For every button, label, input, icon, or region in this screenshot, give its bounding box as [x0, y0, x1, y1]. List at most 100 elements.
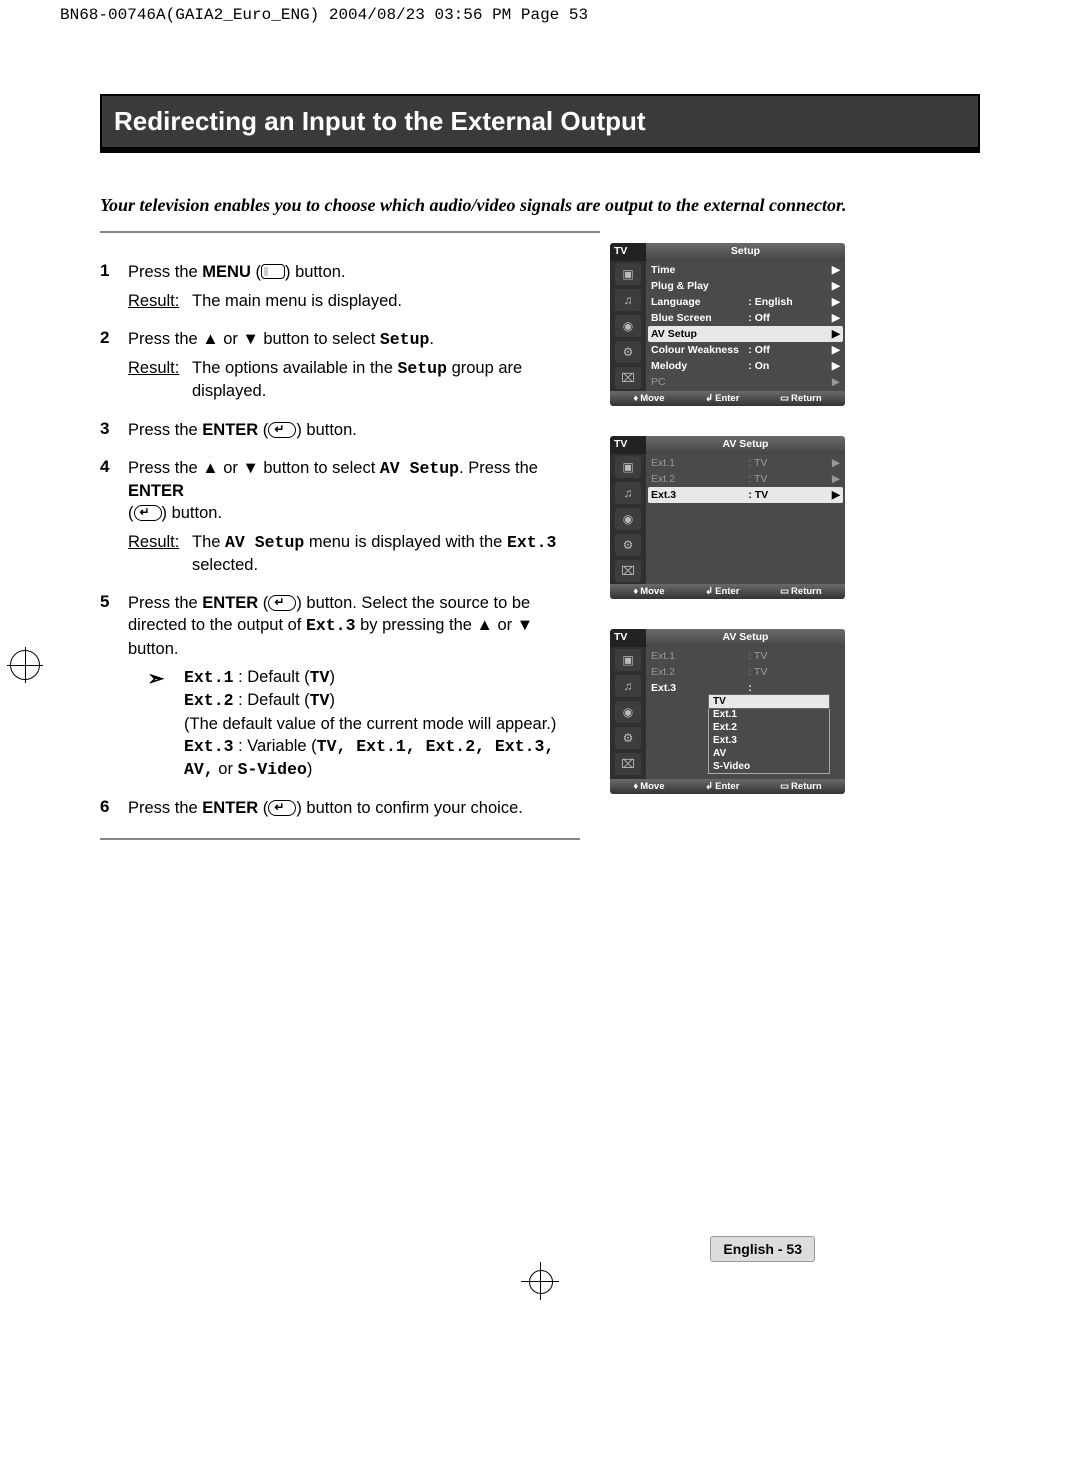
print-header: BN68-00746A(GAIA2_Euro_ENG) 2004/08/23 0… — [0, 0, 1080, 24]
t: Enter — [715, 781, 739, 792]
nav-move: ♦ Move — [633, 586, 664, 597]
t: ENTER — [128, 482, 184, 500]
t: The options available in the — [192, 359, 397, 377]
chevron-right-icon: ▶ — [828, 344, 840, 356]
picture-icon: ▣ — [615, 456, 641, 478]
enter-icon — [268, 595, 296, 611]
pc-icon: ⌧ — [615, 560, 641, 582]
channel-icon: ◉ — [615, 315, 641, 337]
page-number-box: English - 53 — [710, 1236, 815, 1262]
osd-dropdown-option: S-Video — [709, 760, 829, 773]
osd-row-value: : Off — [748, 312, 828, 324]
intro-text: Your television enables you to choose wh… — [100, 195, 847, 215]
channel-icon: ◉ — [615, 508, 641, 530]
content-row: 1 Press the MENU () button. Result: The … — [100, 233, 1020, 839]
t: Move — [640, 586, 664, 597]
osd-row-value: : — [748, 682, 828, 694]
t: Return — [791, 586, 822, 597]
t: Return — [791, 393, 822, 404]
t: selected. — [192, 556, 258, 574]
step-3: 3 Press the ENTER () button. — [100, 419, 580, 441]
chevron-right-icon: ▶ — [828, 264, 840, 276]
divider — [100, 838, 580, 840]
result: Result: The AV Setup menu is displayed w… — [128, 531, 580, 577]
intro-paragraph: Your television enables you to choose wh… — [100, 193, 980, 217]
note-arrow-icon: ➣ — [128, 666, 184, 781]
t: ENTER — [202, 421, 258, 439]
nav-move: ♦ Move — [633, 781, 664, 792]
osd-footer: ♦ Move ↲ Enter ▭ Return — [610, 779, 845, 794]
osd-setup-menu: TV Setup ▣ ♫ ◉ ⚙ ⌧ Time▶Plug & Play▶Lang… — [610, 243, 845, 406]
t: Ext.3 — [184, 737, 234, 756]
nav-enter: ↲ Enter — [705, 393, 739, 404]
chevron-right-icon: ▶ — [828, 328, 840, 340]
note-text: Ext.1 : Default (TV) Ext.2 : Default (TV… — [184, 666, 580, 781]
osd-row: Colour Weakness: Off▶ — [648, 342, 843, 358]
sound-icon: ♫ — [615, 482, 641, 504]
step-2: 2 Press the ▲ or ▼ button to select Setu… — [100, 328, 580, 403]
t: ) button. — [285, 263, 346, 281]
t: : Default ( — [234, 668, 310, 686]
result-label: Result: — [128, 290, 190, 312]
t: Ext.1 — [184, 668, 234, 687]
osd-row-label: Colour Weakness — [651, 344, 748, 356]
osd-row-label: Ext.2 — [651, 666, 748, 678]
page: BN68-00746A(GAIA2_Euro_ENG) 2004/08/23 0… — [0, 0, 1080, 1476]
osd-row: Melody: On▶ — [648, 358, 843, 374]
osd-list: Ext.1: TVExt.2: TVExt.3: TVExt.1Ext.2Ext… — [646, 647, 845, 779]
registration-mark-icon — [10, 650, 40, 680]
t: ) button. — [296, 421, 357, 439]
osd-row-label: Ext.1 — [651, 457, 748, 469]
enter-icon — [268, 422, 296, 438]
osd-body: ▣ ♫ ◉ ⚙ ⌧ Ext.1: TVExt.2: TVExt.3: TVExt… — [610, 647, 845, 779]
t: ENTER — [202, 594, 258, 612]
note-block: ➣ Ext.1 : Default (TV) Ext.2 : Default (… — [128, 666, 580, 781]
t: ( — [128, 504, 134, 522]
t: ( — [258, 421, 268, 439]
osd-row-label: Plug & Play — [651, 280, 748, 292]
setup-icon: ⚙ — [615, 534, 641, 556]
sound-icon: ♫ — [615, 289, 641, 311]
osd-row: Time ▶ — [648, 262, 843, 278]
step-number: 5 — [100, 592, 128, 781]
osd-row-label: Ext.1 — [651, 650, 748, 662]
osd-title: AV Setup — [646, 629, 845, 647]
enter-icon — [134, 505, 162, 521]
result-text: The main menu is displayed. — [190, 290, 580, 312]
t: TV — [310, 691, 330, 710]
enter-icon — [268, 800, 296, 816]
osd-title: AV Setup — [646, 436, 845, 454]
t: . — [429, 330, 434, 348]
osd-row-label: Ext.3 — [651, 489, 748, 501]
step-body: Press the ENTER () button. — [128, 419, 580, 441]
t: ) — [307, 760, 313, 778]
osd-header: TV AV Setup — [610, 436, 845, 454]
t: Press the — [128, 799, 202, 817]
osd-category-icons: ▣ ♫ ◉ ⚙ ⌧ — [610, 647, 646, 779]
osd-row-label: Blue Screen — [651, 312, 748, 324]
t: menu is displayed with the — [304, 533, 507, 551]
step-6: 6 Press the ENTER () button to confirm y… — [100, 797, 580, 819]
t: ) button. — [162, 504, 223, 522]
t: Move — [640, 393, 664, 404]
result-text: The options available in the Setup group… — [190, 357, 580, 403]
t: ) — [329, 668, 335, 686]
t: ENTER — [202, 799, 258, 817]
osd-row-value: : On — [748, 360, 828, 372]
osd-tv-label: TV — [610, 436, 646, 454]
osd-row: AV Setup▶ — [648, 326, 843, 342]
step-body: Press the ENTER () button to confirm you… — [128, 797, 580, 819]
t: Press the — [128, 263, 202, 281]
osd-row: Blue Screen: Off▶ — [648, 310, 843, 326]
osd-header: TV AV Setup — [610, 629, 845, 647]
chevron-right-icon: ▶ — [828, 376, 840, 388]
osd-header: TV Setup — [610, 243, 845, 261]
t: (The default value of the current mode w… — [184, 715, 556, 733]
osd-row-label: Time — [651, 264, 748, 276]
chevron-right-icon: ▶ — [828, 489, 840, 501]
nav-enter: ↲ Enter — [705, 781, 739, 792]
osd-column: TV Setup ▣ ♫ ◉ ⚙ ⌧ Time▶Plug & Play▶Lang… — [580, 233, 910, 839]
t: ) — [329, 691, 335, 709]
t: Ext.3 — [507, 533, 557, 552]
chevron-right-icon: ▶ — [828, 360, 840, 372]
